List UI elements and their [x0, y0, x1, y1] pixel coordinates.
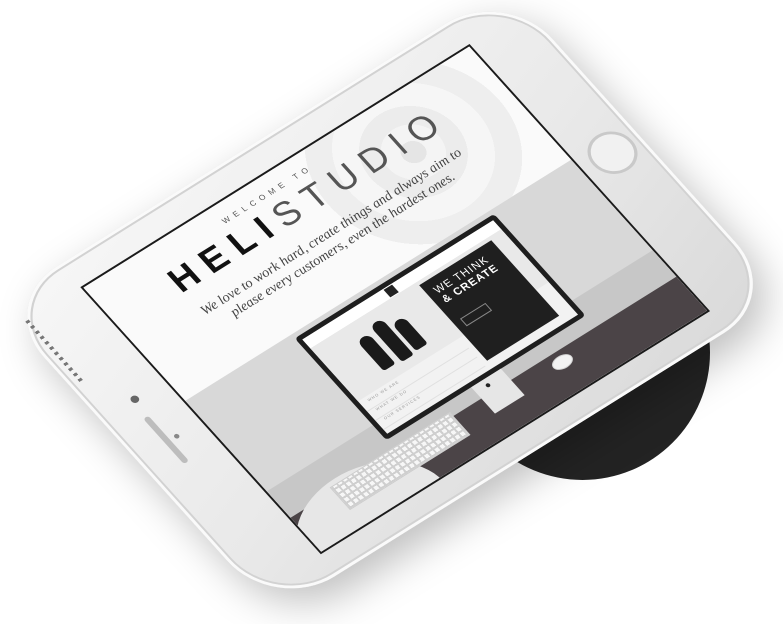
front-camera-icon: [128, 394, 141, 405]
phone-mockup: WELCOME TO HELISTUDIO We love to work ha…: [0, 0, 783, 614]
earpiece: [143, 415, 190, 465]
phone-screen: WELCOME TO HELISTUDIO We love to work ha…: [80, 43, 711, 555]
speaker-grille: [25, 319, 83, 382]
home-button-icon[interactable]: [577, 123, 648, 183]
mini-card-button: [459, 302, 493, 327]
phone-body: WELCOME TO HELISTUDIO We love to work ha…: [0, 0, 783, 614]
proximity-sensor: [172, 433, 181, 440]
